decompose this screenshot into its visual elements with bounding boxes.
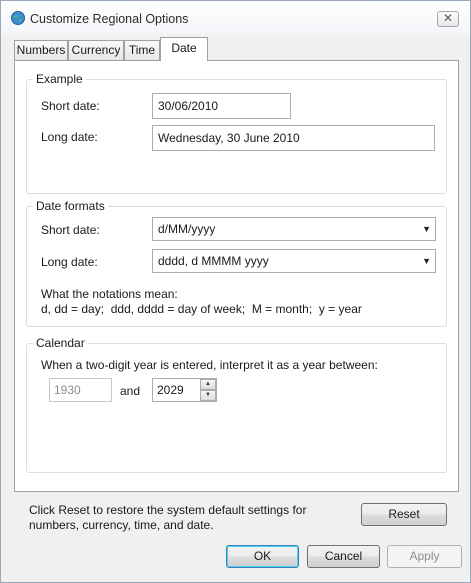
ok-button-label: OK [253,549,272,563]
tab-time[interactable]: Time [124,40,160,60]
notations-heading: What the notations mean: [41,287,178,301]
window-title: Customize Regional Options [30,12,189,26]
example-long-date-label: Long date: [41,130,98,144]
close-icon: ✕ [442,11,454,25]
tab-label: Numbers [16,43,66,57]
calendar-group: Calendar When a two-digit year is entere… [26,336,447,473]
example-group-title: Example [33,72,86,86]
tab-date[interactable]: Date [160,37,208,61]
and-label: and [120,384,141,398]
reset-info-line2: numbers, currency, time, and date. [29,518,214,532]
ok-button[interactable]: OK [226,545,299,568]
example-short-date-text: 30/06/2010 [158,99,219,113]
reset-button-label: Reset [388,507,420,521]
year-end-spinner[interactable]: ▲ ▼ [200,379,216,401]
chevron-down-icon[interactable]: ▼ [422,250,431,272]
long-date-format-combo[interactable]: dddd, d MMMM yyyy ▼ [152,249,436,273]
long-date-format-label: Long date: [41,255,98,269]
apply-button[interactable]: Apply [387,545,462,568]
date-formats-group: Date formats Short date: d/MM/yyyy ▼ Lon… [26,199,447,327]
cancel-button[interactable]: Cancel [307,545,380,568]
long-date-format-value: dddd, d MMMM yyyy [158,254,269,268]
reset-info-line1: Click Reset to restore the system defaul… [29,503,307,517]
example-long-date-text: Wednesday, 30 June 2010 [158,131,300,145]
year-start-field: 1930 [49,378,112,402]
spin-down-icon[interactable]: ▼ [200,390,216,401]
example-group: Example Short date: 30/06/2010 Long date… [26,72,447,194]
globe-icon [10,10,26,26]
date-tab-panel: Example Short date: 30/06/2010 Long date… [14,60,459,532]
title-bar: Customize Regional Options ✕ [1,1,470,35]
example-short-date-label: Short date: [41,99,100,113]
year-start-value: 1930 [54,383,81,397]
short-date-format-label: Short date: [41,223,100,237]
year-end-value: 2029 [157,383,184,397]
apply-button-label: Apply [409,549,440,563]
cancel-button-label: Cancel [324,549,363,563]
tab-label: Date [171,41,197,55]
close-button[interactable]: ✕ [437,11,459,27]
example-long-date-value: Wednesday, 30 June 2010 [152,125,435,151]
dialog-window: Customize Regional Options ✕ Numbers Cur… [0,0,471,583]
tab-label: Currency [71,43,121,57]
short-date-format-value: d/MM/yyyy [158,222,216,236]
example-short-date-value: 30/06/2010 [152,93,291,119]
tab-currency[interactable]: Currency [68,40,124,60]
notations-text: d, dd = day; ddd, dddd = day of week; M … [41,302,362,316]
reset-button[interactable]: Reset [361,503,447,526]
short-date-format-combo[interactable]: d/MM/yyyy ▼ [152,217,436,241]
calendar-description: When a two-digit year is entered, interp… [41,358,378,372]
spin-up-icon[interactable]: ▲ [200,379,216,390]
calendar-group-title: Calendar [33,336,88,350]
tab-label: Time [128,43,156,57]
chevron-down-icon[interactable]: ▼ [422,218,431,240]
tab-numbers[interactable]: Numbers [14,40,68,60]
date-formats-group-title: Date formats [33,199,108,213]
